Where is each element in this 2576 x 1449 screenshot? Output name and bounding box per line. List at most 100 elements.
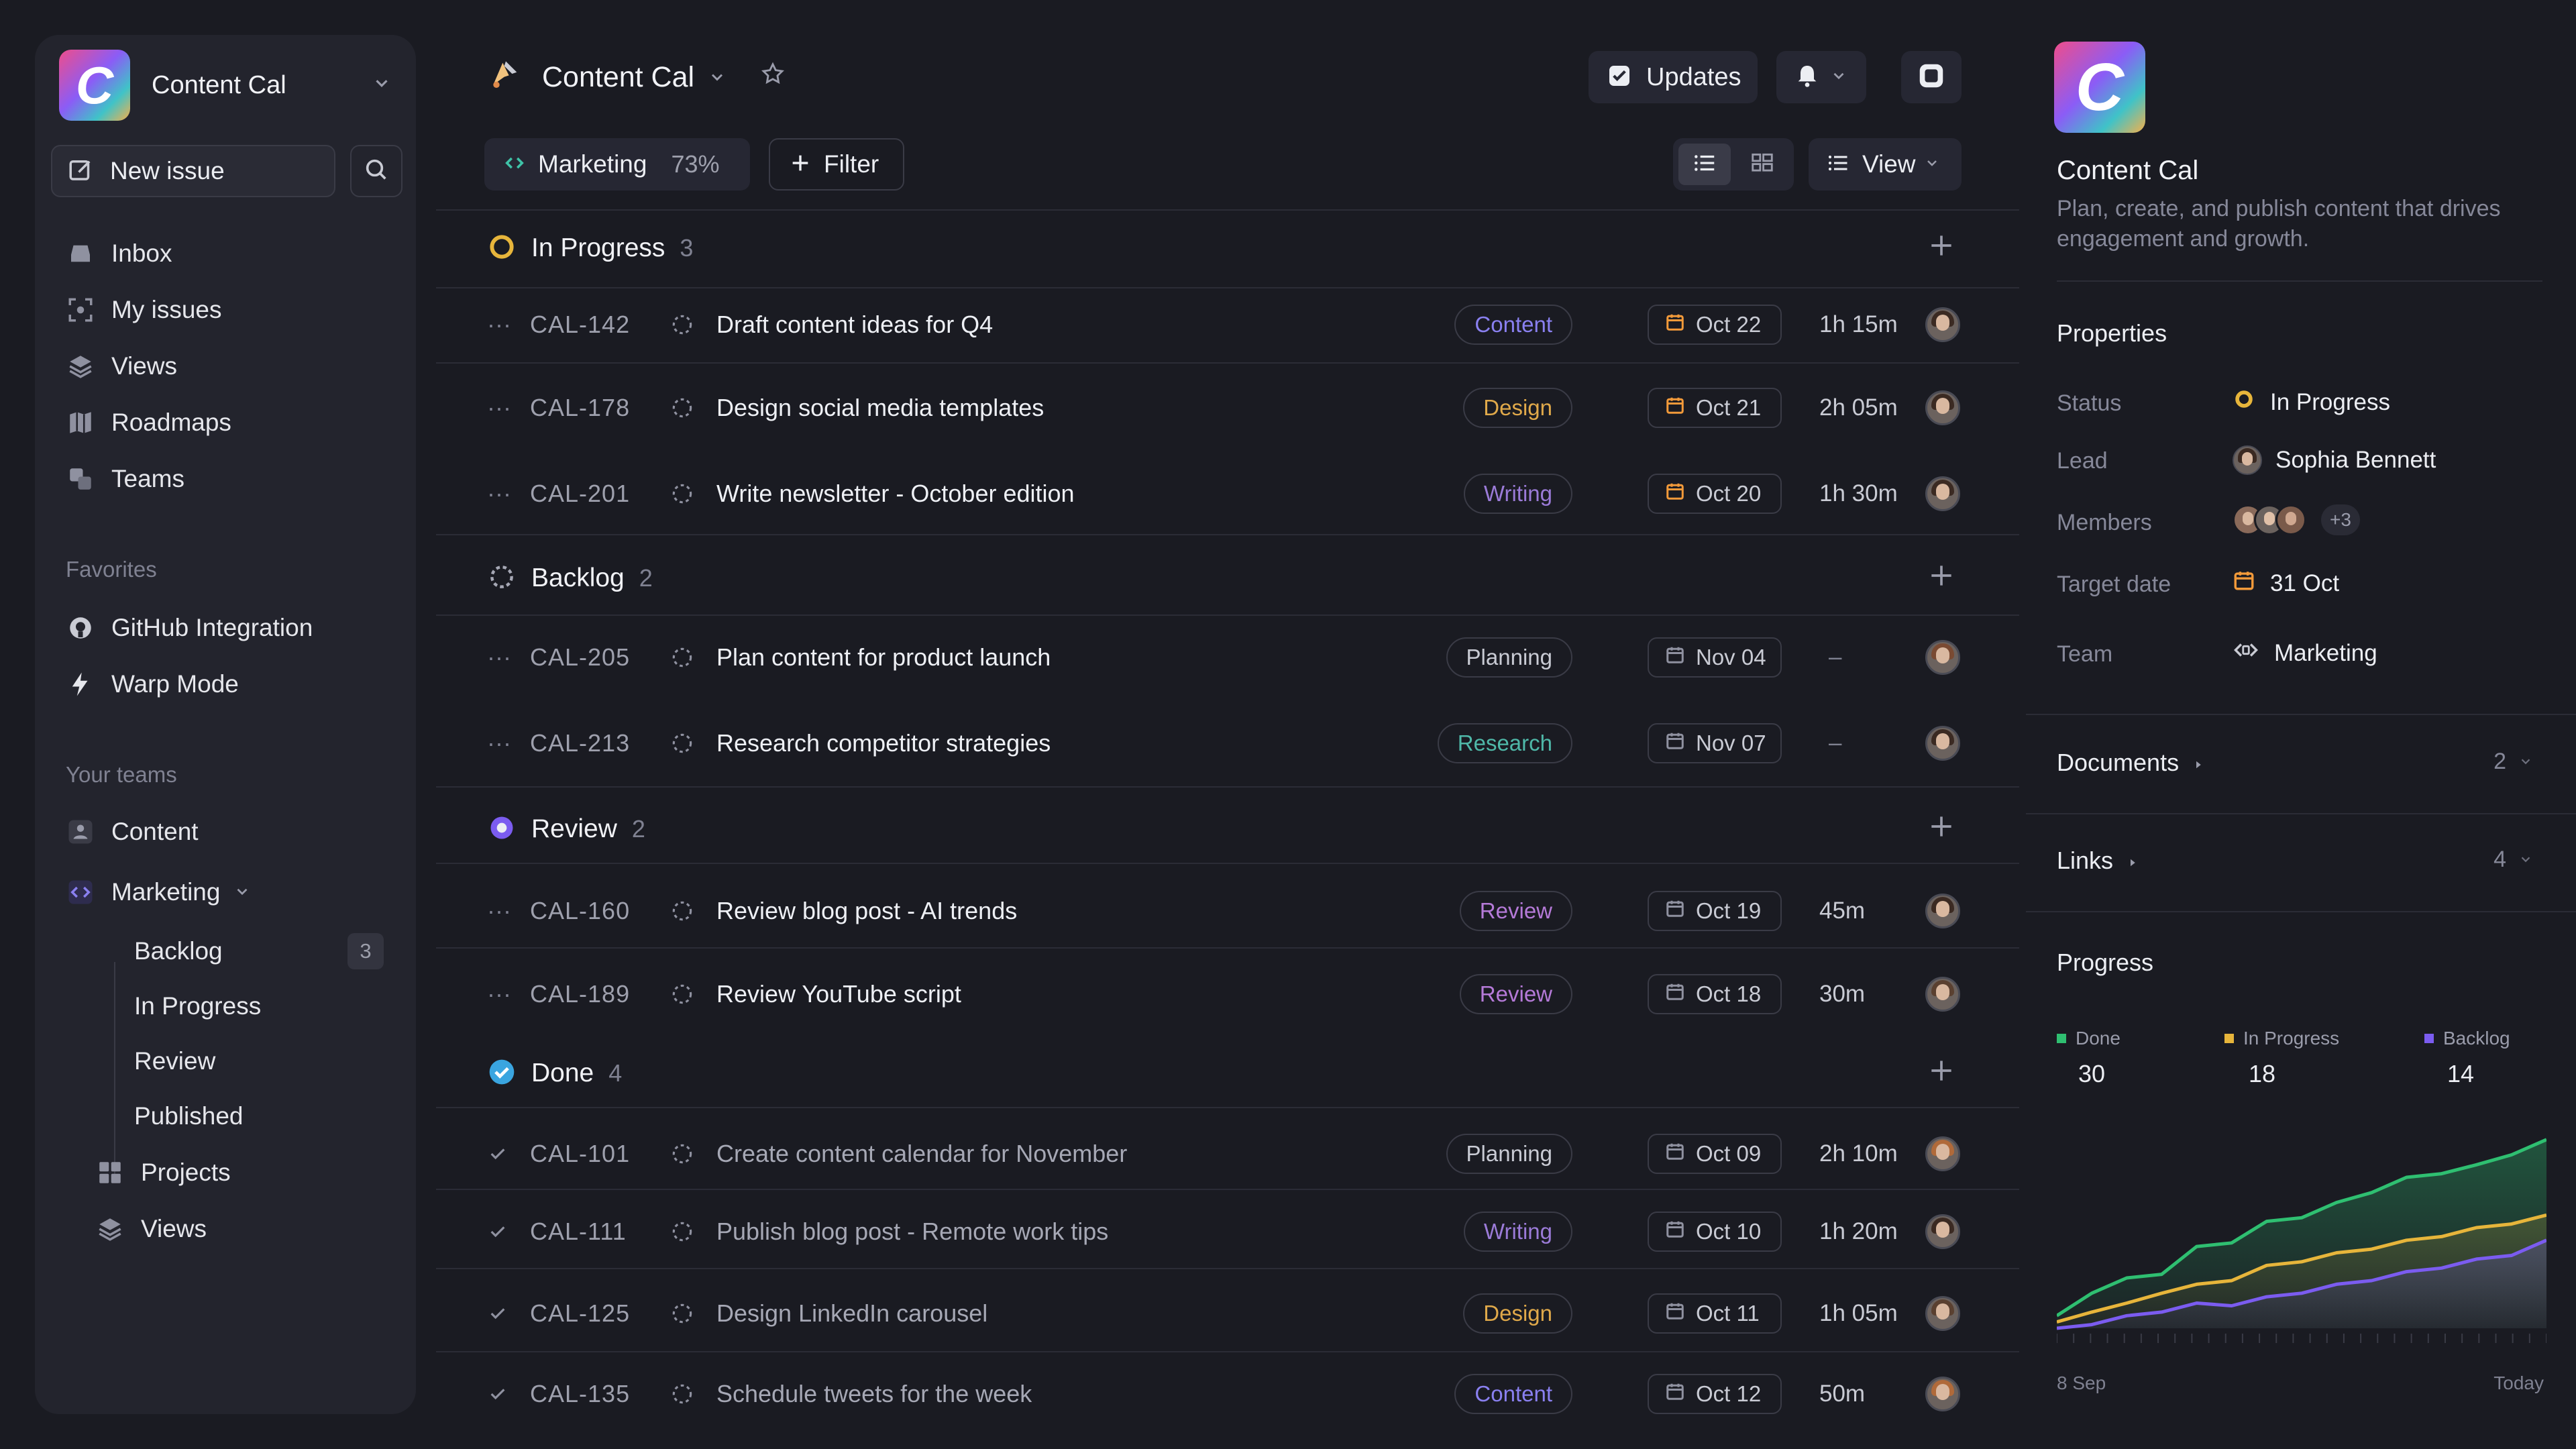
list-layout-button[interactable] bbox=[1678, 144, 1731, 185]
status-circle-icon[interactable] bbox=[669, 1276, 695, 1351]
add-issue-plus-icon[interactable] bbox=[1927, 227, 1956, 269]
due-date[interactable]: Oct 11 bbox=[1648, 1293, 1782, 1334]
group-header-backlog[interactable]: Backlog 2 bbox=[487, 545, 1956, 612]
status-circle-icon[interactable] bbox=[669, 620, 695, 695]
team-value[interactable]: Marketing bbox=[2233, 639, 2377, 667]
due-date[interactable]: Oct 21 bbox=[1648, 388, 1782, 428]
nav-my-issues[interactable]: My issues bbox=[66, 288, 221, 331]
assignee-avatar[interactable] bbox=[1925, 640, 1960, 675]
nav-inbox[interactable]: Inbox bbox=[66, 232, 172, 275]
checkmark-icon[interactable] bbox=[487, 1194, 508, 1269]
issue-tag[interactable]: Review bbox=[1459, 891, 1572, 931]
issue-row[interactable]: ··· CAL-178 Design social media template… bbox=[487, 370, 1960, 445]
issue-row[interactable]: ··· CAL-142 Draft content ideas for Q4 C… bbox=[487, 287, 1960, 362]
marketing-in-progress[interactable]: In Progress bbox=[134, 986, 261, 1026]
assignee-avatar[interactable] bbox=[1925, 726, 1960, 761]
team-views[interactable]: Views bbox=[95, 1208, 207, 1250]
due-date[interactable]: Oct 19 bbox=[1648, 891, 1782, 931]
links-section-toggle[interactable]: Links bbox=[2057, 847, 2139, 875]
marketing-backlog[interactable]: Backlog bbox=[134, 931, 223, 971]
issue-tag[interactable]: Writing bbox=[1463, 1212, 1572, 1252]
star-icon[interactable] bbox=[760, 61, 786, 94]
team-projects[interactable]: Projects bbox=[95, 1151, 231, 1194]
filter-button[interactable]: Filter bbox=[769, 138, 904, 191]
due-date[interactable]: Oct 20 bbox=[1648, 474, 1782, 514]
due-date[interactable]: Nov 04 bbox=[1648, 637, 1782, 678]
checkmark-icon[interactable] bbox=[487, 1276, 508, 1351]
more-icon[interactable]: ··· bbox=[487, 456, 511, 531]
target-date-value[interactable]: 31 Oct bbox=[2233, 569, 2339, 598]
more-icon[interactable]: ··· bbox=[487, 620, 511, 695]
status-circle-icon[interactable] bbox=[669, 706, 695, 781]
status-circle-icon[interactable] bbox=[669, 1194, 695, 1269]
team-marketing[interactable]: Marketing bbox=[66, 871, 251, 914]
assignee-avatar[interactable] bbox=[1925, 1296, 1960, 1331]
issue-tag[interactable]: Review bbox=[1459, 974, 1572, 1014]
more-icon[interactable]: ··· bbox=[487, 873, 511, 949]
more-icon[interactable]: ··· bbox=[487, 706, 511, 781]
view-options-button[interactable]: View bbox=[1809, 138, 1962, 191]
status-circle-icon[interactable] bbox=[669, 1356, 695, 1432]
due-date[interactable]: Oct 09 bbox=[1648, 1134, 1782, 1174]
nav-teams[interactable]: Teams bbox=[66, 458, 184, 500]
issue-tag[interactable]: Planning bbox=[1446, 637, 1572, 678]
assignee-avatar[interactable] bbox=[1925, 390, 1960, 425]
issue-row[interactable]: ··· CAL-213 Research competitor strategi… bbox=[487, 706, 1960, 781]
nav-roadmaps[interactable]: Roadmaps bbox=[66, 401, 231, 444]
marketing-review[interactable]: Review bbox=[134, 1041, 215, 1081]
issue-row[interactable]: ··· CAL-205 Plan content for product lau… bbox=[487, 620, 1960, 695]
assignee-avatar[interactable] bbox=[1925, 894, 1960, 928]
status-value[interactable]: In Progress bbox=[2233, 388, 2390, 417]
issue-row[interactable]: CAL-125 Design LinkedIn carousel Design … bbox=[487, 1276, 1960, 1351]
status-circle-icon[interactable] bbox=[669, 957, 695, 1032]
board-layout-button[interactable] bbox=[1736, 144, 1788, 185]
documents-section-toggle[interactable]: Documents bbox=[2057, 749, 2204, 777]
issue-row[interactable]: ··· CAL-160 Review blog post - AI trends… bbox=[487, 873, 1960, 949]
add-issue-plus-icon[interactable] bbox=[1927, 1053, 1956, 1094]
group-header-done[interactable]: Done 4 bbox=[487, 1040, 1956, 1107]
more-icon[interactable]: ··· bbox=[487, 370, 511, 445]
add-issue-plus-icon[interactable] bbox=[1927, 808, 1956, 850]
favorite-warp-mode[interactable]: Warp Mode bbox=[66, 663, 239, 706]
due-date[interactable]: Nov 07 bbox=[1648, 723, 1782, 763]
team-progress-chip[interactable]: Marketing 73% bbox=[484, 138, 750, 191]
project-title-dropdown[interactable]: Content Cal bbox=[487, 55, 786, 99]
links-count-toggle[interactable]: 4 bbox=[2493, 847, 2530, 873]
assignee-avatar[interactable] bbox=[1925, 1377, 1960, 1411]
lead-value[interactable]: Sophia Bennett bbox=[2233, 445, 2436, 475]
assignee-avatar[interactable] bbox=[1925, 977, 1960, 1012]
documents-count-toggle[interactable]: 2 bbox=[2493, 749, 2530, 775]
status-circle-icon[interactable] bbox=[669, 456, 695, 531]
issue-tag[interactable]: Content bbox=[1454, 1374, 1572, 1414]
marketing-published[interactable]: Published bbox=[134, 1096, 244, 1136]
add-issue-plus-icon[interactable] bbox=[1927, 557, 1956, 599]
notifications-button[interactable] bbox=[1776, 51, 1866, 103]
status-circle-icon[interactable] bbox=[669, 287, 695, 362]
search-button[interactable] bbox=[350, 145, 402, 197]
issue-row[interactable]: ··· CAL-189 Review YouTube script Review… bbox=[487, 957, 1960, 1032]
status-circle-icon[interactable] bbox=[669, 370, 695, 445]
issue-tag[interactable]: Writing bbox=[1463, 474, 1572, 514]
due-date[interactable]: Oct 22 bbox=[1648, 305, 1782, 345]
favorite-github-integration[interactable]: GitHub Integration bbox=[66, 606, 313, 649]
members-value[interactable]: +3 bbox=[2233, 504, 2360, 535]
new-issue-button[interactable]: New issue bbox=[51, 145, 335, 197]
checkmark-icon[interactable] bbox=[487, 1356, 508, 1432]
assignee-avatar[interactable] bbox=[1925, 1136, 1960, 1171]
team-content[interactable]: Content bbox=[66, 810, 199, 853]
due-date[interactable]: Oct 18 bbox=[1648, 974, 1782, 1014]
more-icon[interactable]: ··· bbox=[487, 957, 511, 1032]
workspace-switcher[interactable]: C Content Cal bbox=[59, 50, 392, 121]
panel-toggle-button[interactable] bbox=[1901, 51, 1962, 103]
group-header-review[interactable]: Review 2 bbox=[487, 796, 1956, 863]
nav-views[interactable]: Views bbox=[66, 345, 177, 388]
issue-tag[interactable]: Design bbox=[1463, 1293, 1572, 1334]
issue-tag[interactable]: Research bbox=[1437, 723, 1572, 763]
group-header-in-progress[interactable]: In Progress 3 bbox=[487, 215, 1956, 282]
status-circle-icon[interactable] bbox=[669, 1116, 695, 1191]
issue-tag[interactable]: Planning bbox=[1446, 1134, 1572, 1174]
due-date[interactable]: Oct 10 bbox=[1648, 1212, 1782, 1252]
status-circle-icon[interactable] bbox=[669, 873, 695, 949]
checkmark-icon[interactable] bbox=[487, 1116, 508, 1191]
issue-row[interactable]: CAL-135 Schedule tweets for the week Con… bbox=[487, 1356, 1960, 1432]
